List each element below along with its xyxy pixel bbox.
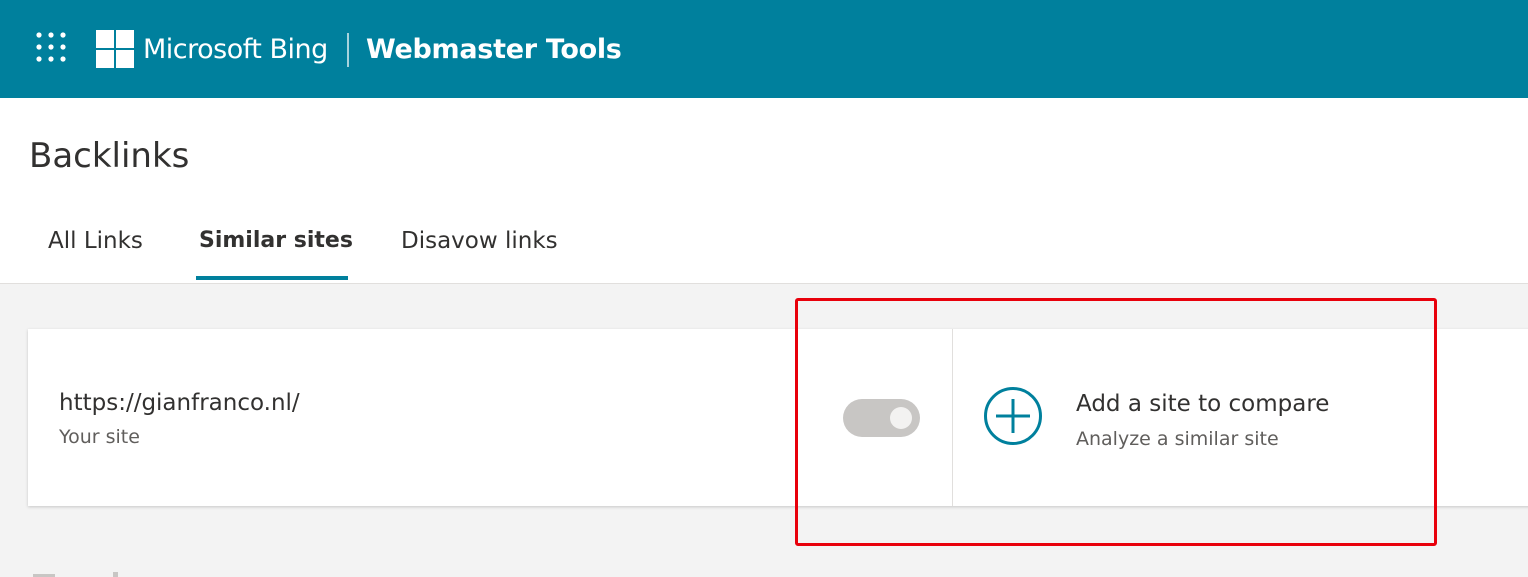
- add-site-subtitle: Analyze a similar site: [1076, 428, 1279, 450]
- tab-all-links[interactable]: All Links: [48, 223, 143, 259]
- selected-tab-indicator: [196, 276, 348, 280]
- product-name[interactable]: Webmaster Tools: [366, 32, 622, 68]
- add-circle-icon[interactable]: [983, 386, 1043, 446]
- toggle-knob: [890, 407, 912, 429]
- add-site-title[interactable]: Add a site to compare: [1076, 388, 1329, 420]
- your-site-url: https://gianfranco.nl/: [59, 390, 300, 416]
- tab-similar-sites[interactable]: Similar sites: [199, 223, 353, 259]
- header-divider: [347, 33, 349, 67]
- your-site-label: Your site: [59, 426, 140, 448]
- top-header-bar: Microsoft Bing Webmaster Tools: [0, 0, 1528, 98]
- brand-name[interactable]: Microsoft Bing: [143, 32, 328, 68]
- app-launcher-icon[interactable]: [35, 31, 67, 63]
- card-divider: [952, 329, 953, 506]
- page-title: Backlinks: [29, 136, 190, 176]
- site-comparison-card: https://gianfranco.nl/ Your site Add a s…: [28, 329, 1528, 506]
- site-toggle[interactable]: [843, 399, 920, 437]
- cut-off-content: [33, 572, 118, 577]
- microsoft-logo-icon[interactable]: [96, 30, 134, 68]
- tab-disavow-links[interactable]: Disavow links: [401, 223, 558, 259]
- page-header-section: Backlinks All Links Similar sites Disavo…: [0, 98, 1528, 284]
